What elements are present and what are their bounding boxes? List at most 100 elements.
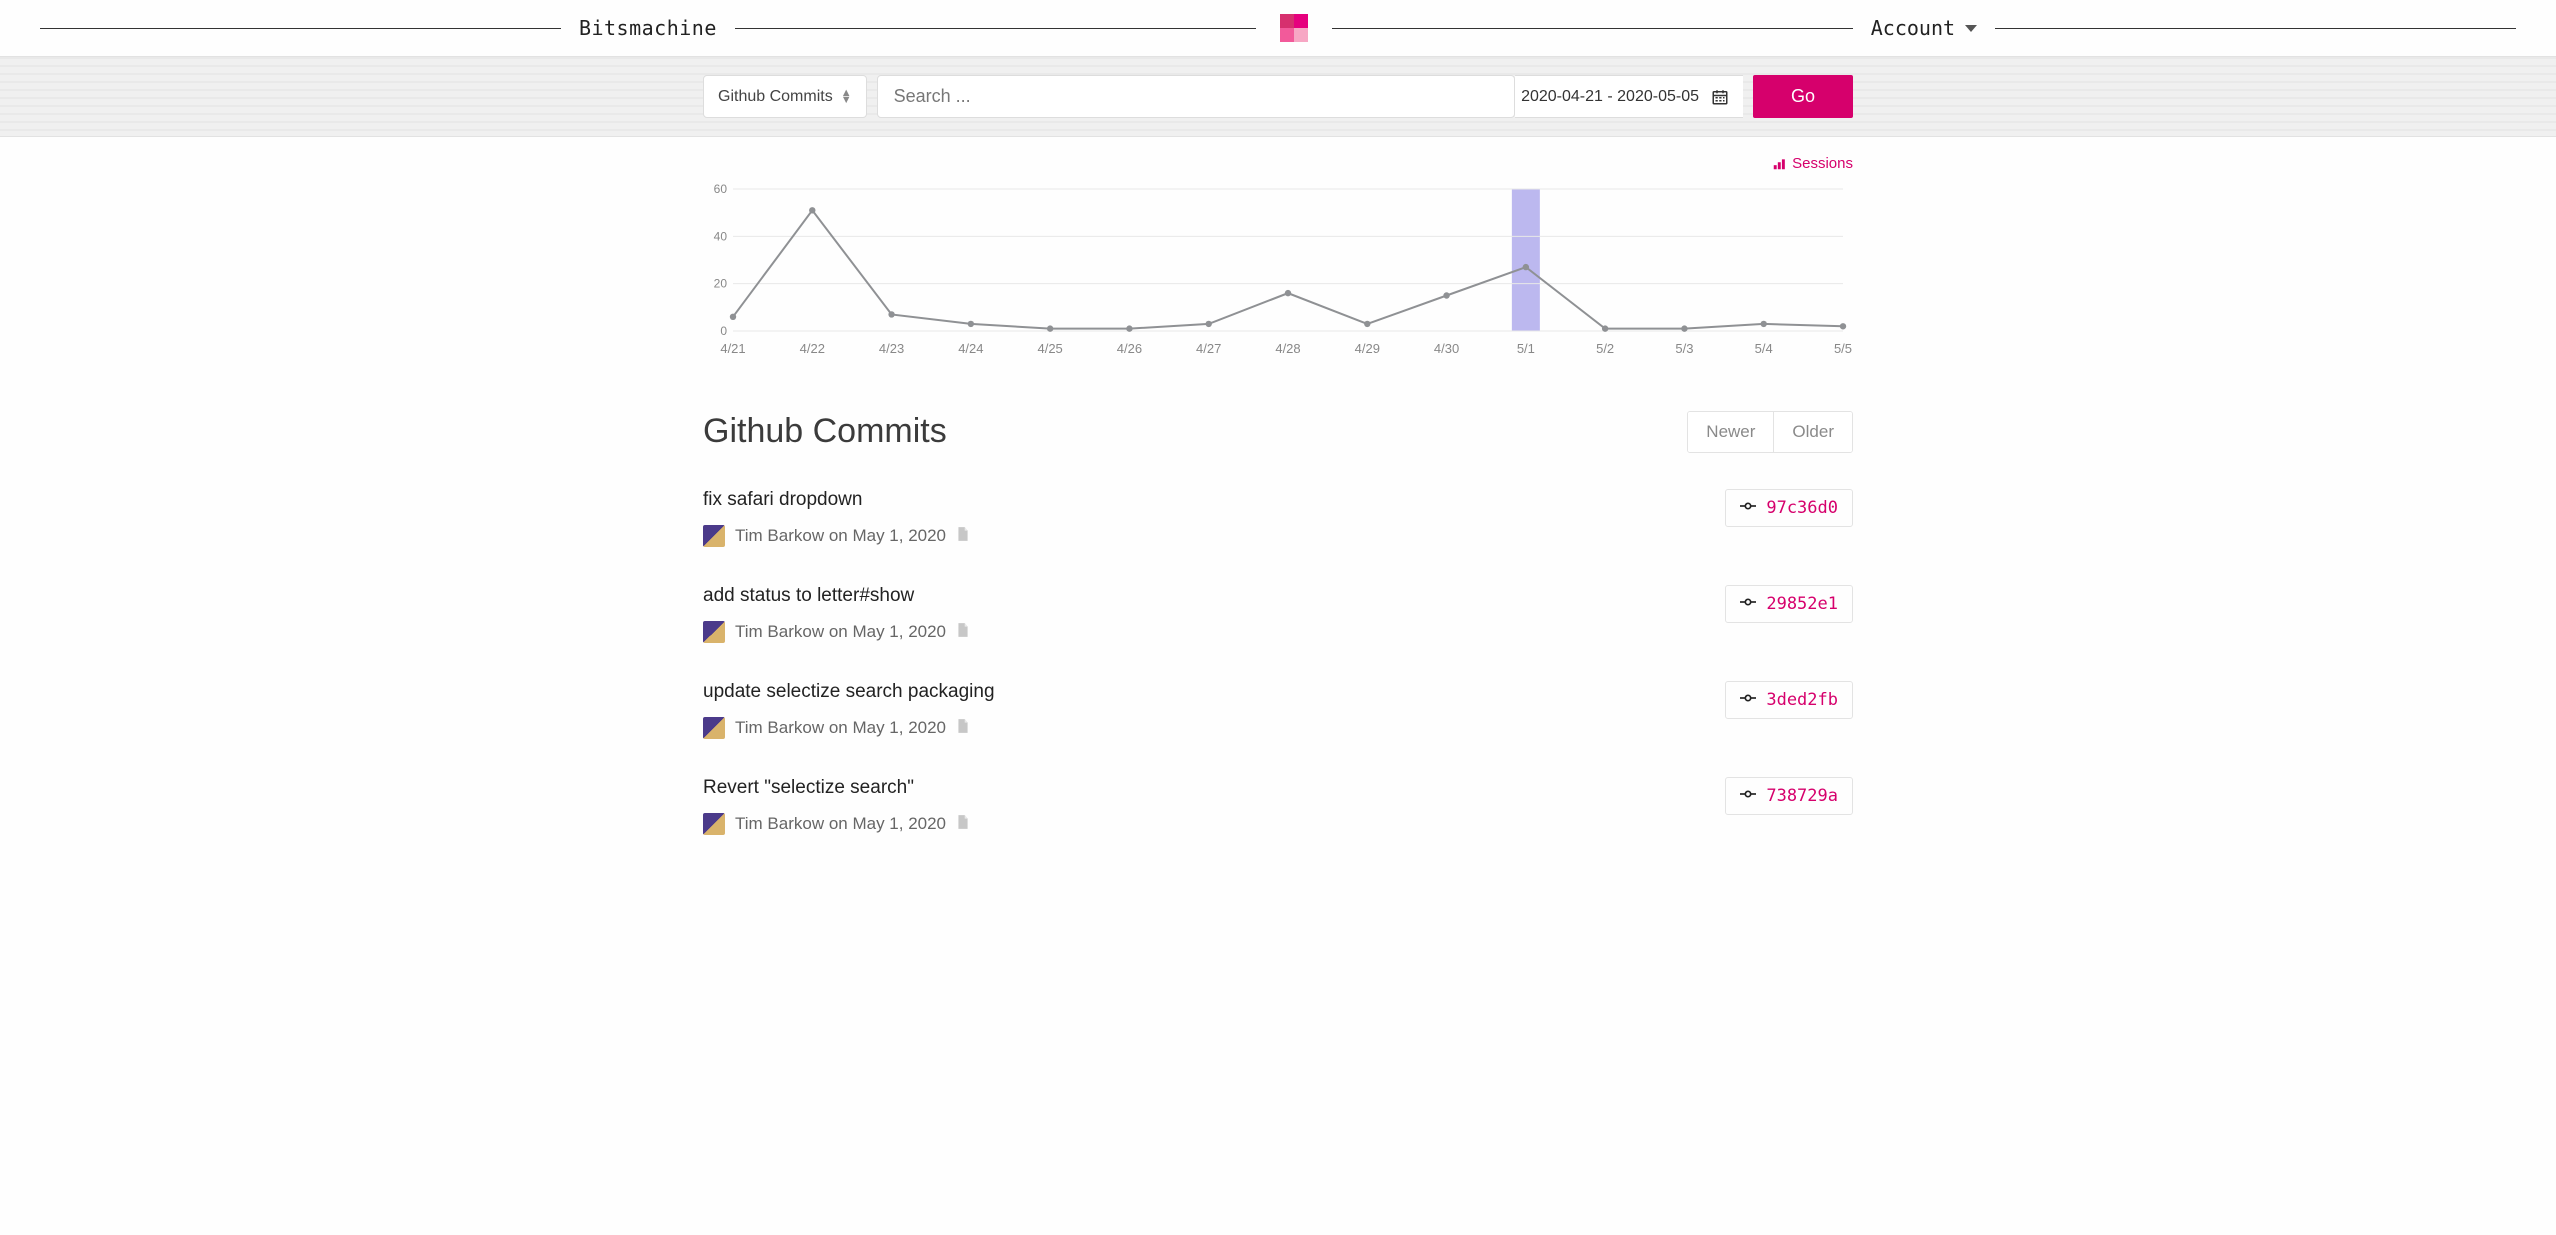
avatar[interactable] [703,717,725,739]
logo-icon[interactable] [1280,14,1308,42]
document-icon[interactable] [956,526,970,546]
commits-list: fix safari dropdown Tim Barkow on May 1,… [703,473,1853,857]
chart-point[interactable] [1681,325,1687,331]
commit-meta: Tim Barkow on May 1, 2020 [703,813,1725,835]
commit-icon [1740,788,1756,803]
search-input[interactable]: Search ... [877,75,1515,118]
chart-point[interactable] [1443,292,1449,298]
filter-bar: Github Commits ▲▼ Search ... 2020-04-21 … [0,56,2556,137]
commit-author-date: Tim Barkow on May 1, 2020 [735,814,946,834]
commit-row: update selectize search packaging Tim Ba… [703,665,1853,761]
newer-button[interactable]: Newer [1688,412,1773,452]
commit-row: Revert "selectize search" Tim Barkow on … [703,761,1853,857]
date-range-label: 2020-04-21 - 2020-05-05 [1521,88,1699,106]
commit-meta: Tim Barkow on May 1, 2020 [703,525,1725,547]
chart-point[interactable] [1206,320,1212,326]
chart-point[interactable] [888,311,894,317]
divider [735,28,1256,29]
chart-xtick: 5/4 [1755,341,1773,356]
commit-hash: 97c36d0 [1766,498,1838,518]
commit-title[interactable]: fix safari dropdown [703,489,1725,511]
chart-xtick: 4/28 [1275,341,1300,356]
chart-point[interactable] [1047,325,1053,331]
commit-hash: 29852e1 [1766,594,1838,614]
commit-author-date: Tim Barkow on May 1, 2020 [735,622,946,642]
chart-ytick: 60 [714,182,728,196]
commit-title[interactable]: add status to letter#show [703,585,1725,607]
chart-point[interactable] [1761,320,1767,326]
go-button[interactable]: Go [1753,75,1853,118]
commit-row: add status to letter#show Tim Barkow on … [703,569,1853,665]
commit-title[interactable]: update selectize search packaging [703,681,1725,703]
divider [1332,28,1853,29]
commit-icon [1740,596,1756,611]
document-icon[interactable] [956,622,970,642]
chart-line [733,210,1843,328]
chart-ytick: 20 [714,276,728,290]
commit-hash-badge[interactable]: 3ded2fb [1725,681,1853,719]
chart-xtick: 5/2 [1596,341,1614,356]
chart-point[interactable] [1602,325,1608,331]
divider [1995,28,2516,29]
calendar-icon [1711,88,1729,106]
commit-hash-badge[interactable]: 29852e1 [1725,585,1853,623]
commit-meta: Tim Barkow on May 1, 2020 [703,621,1725,643]
bar-chart-icon [1772,157,1786,171]
commit-hash-badge[interactable]: 97c36d0 [1725,489,1853,527]
commit-author-date: Tim Barkow on May 1, 2020 [735,718,946,738]
commit-icon [1740,500,1756,515]
chart-point[interactable] [1285,289,1291,295]
chart-ytick: 40 [714,229,728,243]
source-select-label: Github Commits [718,88,833,106]
source-select[interactable]: Github Commits ▲▼ [703,75,867,118]
older-button[interactable]: Older [1773,412,1852,452]
chart-xtick: 4/25 [1037,341,1062,356]
chart-xtick: 4/27 [1196,341,1221,356]
list-heading-row: Github Commits Newer Older [703,411,1853,453]
chart-xtick: 5/1 [1517,341,1535,356]
account-label: Account [1871,16,1955,40]
chart-point[interactable] [809,207,815,213]
sessions-link-label: Sessions [1792,155,1853,172]
chart-xtick: 4/22 [800,341,825,356]
chart-xtick: 4/29 [1355,341,1380,356]
chart-xtick: 4/30 [1434,341,1459,356]
commit-title[interactable]: Revert "selectize search" [703,777,1725,799]
chart-point[interactable] [1364,320,1370,326]
divider [40,28,561,29]
commit-hash: 3ded2fb [1766,690,1838,710]
commit-row: fix safari dropdown Tim Barkow on May 1,… [703,473,1853,569]
commit-hash-badge[interactable]: 738729a [1725,777,1853,815]
chart-point[interactable] [1840,323,1846,329]
date-range-picker[interactable]: 2020-04-21 - 2020-05-05 [1515,75,1743,118]
chart-xtick: 4/26 [1117,341,1142,356]
document-icon[interactable] [956,718,970,738]
topbar: Bitsmachine Account [0,0,2556,56]
chart-xtick: 5/5 [1834,341,1852,356]
chart-xtick: 4/24 [958,341,983,356]
avatar[interactable] [703,813,725,835]
commit-meta: Tim Barkow on May 1, 2020 [703,717,1725,739]
chart-ytick: 0 [720,324,727,338]
chart-point[interactable] [1126,325,1132,331]
chart-point[interactable] [730,313,736,319]
chart-point[interactable] [1523,263,1529,269]
brand-name[interactable]: Bitsmachine [561,16,735,40]
select-arrows-icon: ▲▼ [841,90,852,104]
commit-author-date: Tim Barkow on May 1, 2020 [735,526,946,546]
chart-xtick: 5/3 [1675,341,1693,356]
pager: Newer Older [1687,411,1853,453]
commits-chart[interactable]: 02040604/214/224/234/244/254/264/274/284… [703,181,1853,361]
chart-point[interactable] [968,320,974,326]
avatar[interactable] [703,621,725,643]
search-placeholder: Search ... [894,86,971,107]
sessions-link[interactable]: Sessions [1772,155,1853,172]
sessions-link-row: Sessions [703,155,1853,175]
commit-icon [1740,692,1756,707]
account-menu[interactable]: Account [1853,16,1995,40]
chevron-down-icon [1965,25,1977,32]
chart-xtick: 4/21 [720,341,745,356]
commit-hash: 738729a [1766,786,1838,806]
avatar[interactable] [703,525,725,547]
document-icon[interactable] [956,814,970,834]
